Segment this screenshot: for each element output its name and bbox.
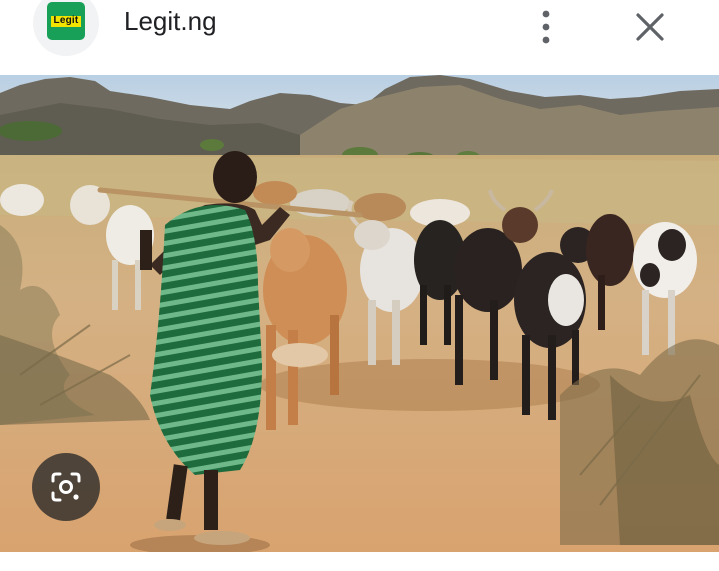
close-icon bbox=[636, 13, 664, 41]
logo-text: Legit bbox=[53, 15, 79, 26]
site-favicon[interactable]: Legit bbox=[33, 0, 99, 56]
close-button[interactable] bbox=[628, 6, 672, 50]
herder-with-cattle-photo bbox=[0, 75, 719, 552]
more-options-button[interactable] bbox=[526, 6, 566, 46]
google-lens-icon bbox=[51, 472, 81, 502]
viewer-header: Legit Legit.ng bbox=[0, 0, 719, 72]
bottom-spacer bbox=[0, 552, 719, 571]
legit-ng-logo-icon: Legit bbox=[47, 2, 85, 40]
google-lens-button[interactable] bbox=[32, 453, 100, 521]
site-name[interactable]: Legit.ng bbox=[124, 6, 217, 37]
more-vert-icon bbox=[542, 10, 550, 44]
image-preview[interactable] bbox=[0, 75, 719, 552]
